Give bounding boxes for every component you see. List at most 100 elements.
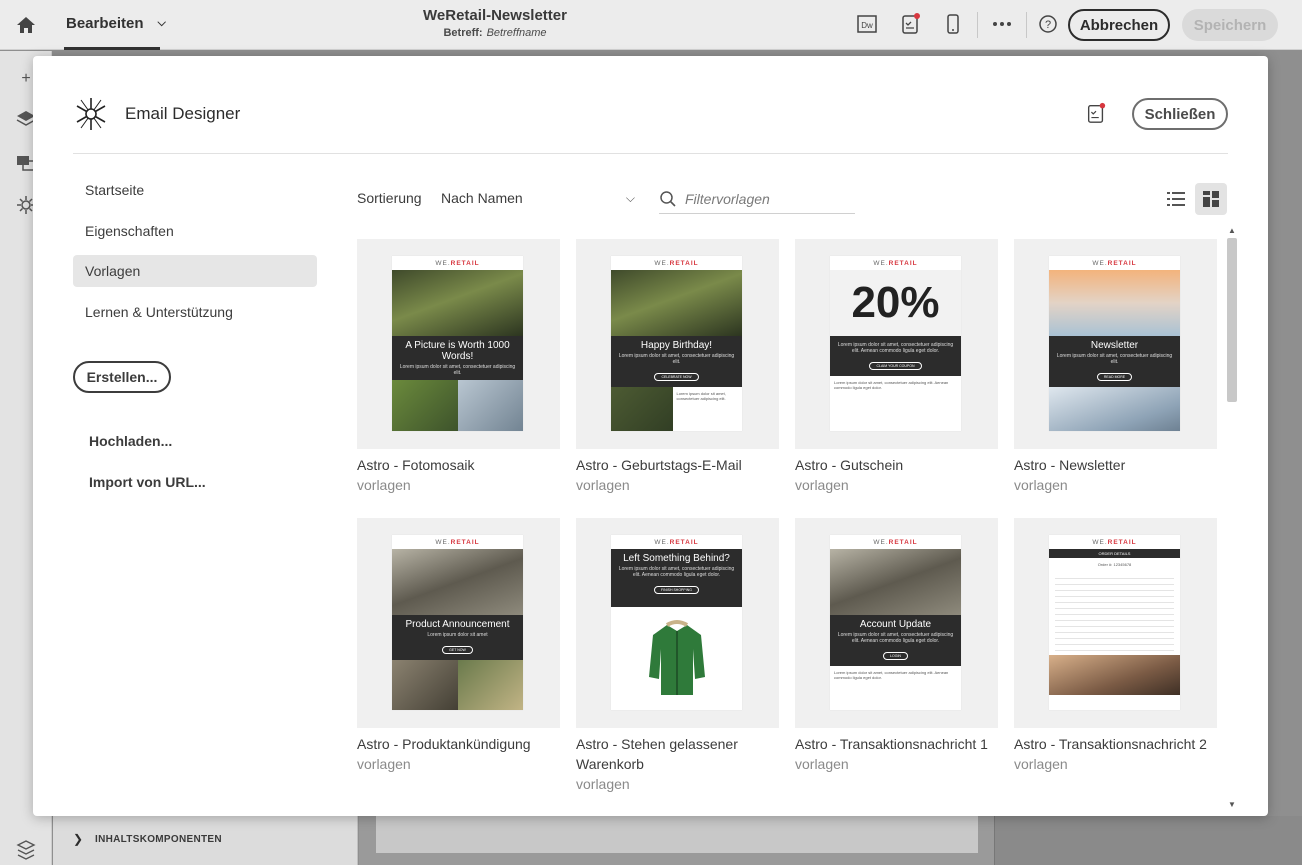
template-type: vorlagen (795, 477, 849, 493)
sort-select[interactable]: Nach Namen ⌵ (441, 182, 639, 214)
template-card[interactable]: WE. RETAIL A Picture is Worth 1000 Words!… (357, 239, 560, 495)
template-thumbnail[interactable]: WE. RETAIL Left Something Behind? Lorem i… (576, 518, 779, 728)
template-name: Astro - Transaktionsnachricht 1 (795, 736, 988, 752)
headline: Product Announcement (405, 619, 510, 630)
brand-logo: WE. RETAIL (654, 259, 699, 267)
subject-value: Betreffname (486, 27, 547, 39)
template-type: vorlagen (576, 477, 630, 493)
mobile-icon[interactable] (941, 12, 965, 36)
nav-item-learn-support[interactable]: Lernen & Unterstützung (73, 296, 317, 328)
structure-icon[interactable] (14, 838, 38, 862)
template-card[interactable]: WE. RETAIL ORDER DETAILS Order #: 1234567… (1014, 518, 1217, 774)
photo-grid: Lorem ipsum dolor sit amet, consectetuer… (611, 387, 742, 431)
scroll-down-icon[interactable]: ▼ (1228, 800, 1236, 809)
headline: 20% (830, 270, 961, 336)
hero-image (1049, 270, 1180, 336)
save-button[interactable]: Speichern (1182, 9, 1278, 41)
photo-grid (392, 380, 523, 431)
template-type: vorlagen (357, 477, 411, 493)
content-components-panel[interactable]: ❯ INHALTSKOMPONENTEN (53, 816, 358, 865)
import-url-link[interactable]: Import von URL... (89, 474, 206, 490)
template-card[interactable]: WE. RETAIL 20% Lorem ipsum dolor sit amet… (795, 239, 998, 495)
grid-view-icon (1203, 191, 1219, 207)
list-view-icon[interactable] (1160, 183, 1192, 215)
template-thumbnail[interactable]: WE. RETAIL Product Announcement Lorem ips… (357, 518, 560, 728)
modal-title: Email Designer (125, 104, 241, 123)
cancel-button[interactable]: Abbrechen (1068, 9, 1170, 41)
body-text: Lorem ipsum dolor sit amet, consectetuer… (837, 342, 954, 354)
filter-field[interactable] (659, 184, 855, 214)
create-button[interactable]: Erstellen... (73, 361, 171, 393)
order-table (1055, 573, 1174, 653)
template-thumbnail[interactable]: WE. RETAIL Happy Birthday! Lorem ipsum do… (576, 239, 779, 449)
email-preview: WE. RETAIL Happy Birthday! Lorem ipsum do… (611, 256, 742, 431)
email-preview: WE. RETAIL Left Something Behind? Lorem i… (611, 535, 742, 710)
nav-item-home[interactable]: Startseite (73, 174, 317, 206)
headline-band: Newsletter Lorem ipsum dolor sit amet, c… (1049, 336, 1180, 387)
headline-band: Lorem ipsum dolor sit amet, consectetuer… (830, 336, 961, 376)
checklist-icon[interactable] (898, 12, 922, 36)
scrollbar-thumb[interactable] (1227, 238, 1237, 402)
template-type: vorlagen (1014, 756, 1068, 772)
app-header: Bearbeiten ⌵ WeRetail-Newsletter Betreff… (0, 0, 1302, 50)
photo-grid (392, 660, 523, 710)
headline-band: Left Something Behind? Lorem ipsum dolor… (611, 549, 742, 607)
template-thumbnail[interactable]: WE. RETAIL 20% Lorem ipsum dolor sit amet… (795, 239, 998, 449)
template-thumbnail[interactable]: WE. RETAIL A Picture is Worth 1000 Words!… (357, 239, 560, 449)
chevron-down-icon: ⌵ (625, 190, 635, 205)
modal-nav: Startseite Eigenschaften Vorlagen Lernen… (73, 174, 317, 336)
hero-image (830, 549, 961, 615)
email-preview: WE. RETAIL Newsletter Lorem ipsum dolor s… (1049, 256, 1180, 431)
email-preview: WE. RETAIL Product Announcement Lorem ips… (392, 535, 523, 710)
template-thumbnail[interactable]: WE. RETAIL Newsletter Lorem ipsum dolor s… (1014, 239, 1217, 449)
upload-link[interactable]: Hochladen... (89, 433, 172, 449)
grid-view-button[interactable] (1195, 183, 1227, 215)
template-card[interactable]: WE. RETAIL Account Update Lorem ipsum dol… (795, 518, 998, 774)
hero-image (392, 549, 523, 615)
template-name: Astro - Transaktionsnachricht 2 (1014, 736, 1207, 752)
nav-item-templates[interactable]: Vorlagen (73, 255, 317, 287)
template-type: vorlagen (357, 756, 411, 772)
toolbar-divider (977, 12, 978, 38)
hero-image (611, 270, 742, 336)
hero-image (392, 270, 523, 336)
template-card[interactable]: WE. RETAIL Happy Birthday! Lorem ipsum do… (576, 239, 779, 495)
help-icon[interactable]: ? (1036, 12, 1060, 36)
body-text: Lorem ipsum dolor sit amet, consectetuer… (1056, 353, 1173, 365)
brand-logo: WE. RETAIL (873, 538, 918, 546)
hero-image (1049, 655, 1180, 695)
hero-image (1049, 387, 1180, 431)
dw-icon[interactable]: Dw (855, 12, 879, 36)
template-card[interactable]: WE. RETAIL Product Announcement Lorem ips… (357, 518, 560, 774)
template-thumbnail[interactable]: WE. RETAIL Account Update Lorem ipsum dol… (795, 518, 998, 728)
more-icon[interactable] (990, 12, 1014, 36)
body-text: Lorem ipsum dolor sit amet, consectetuer… (834, 380, 949, 390)
cta-button: READ MORE (1096, 373, 1133, 381)
sort-value: Nach Namen (441, 190, 523, 206)
cta-button: GET NOW (442, 646, 473, 654)
order-number: Order #: 12345678 (1097, 562, 1132, 567)
chevron-right-icon: ❯ (73, 832, 84, 846)
close-button[interactable]: Schließen (1132, 98, 1228, 130)
template-name: Astro - Newsletter (1014, 457, 1126, 473)
filter-input[interactable] (685, 190, 845, 207)
headline: A Picture is Worth 1000 Words! (405, 340, 510, 362)
editor-canvas-content (376, 816, 978, 853)
svg-text:?: ? (1045, 19, 1051, 31)
nav-item-properties[interactable]: Eigenschaften (73, 215, 317, 247)
cta-button: CLAIM YOUR COUPON (869, 362, 922, 370)
template-type: vorlagen (795, 756, 849, 772)
email-designer-logo (76, 98, 106, 130)
sort-label: Sortierung (357, 190, 422, 206)
checklist-icon[interactable] (1085, 102, 1107, 124)
scroll-up-icon[interactable]: ▲ (1228, 226, 1236, 235)
template-card[interactable]: WE. RETAIL Newsletter Lorem ipsum dolor s… (1014, 239, 1217, 495)
body-text: Lorem ipsum dolor sit amet, consectetuer… (618, 566, 735, 578)
headline: Happy Birthday! (640, 340, 713, 351)
panel-label: INHALTSKOMPONENTEN (95, 834, 222, 845)
svg-text:Dw: Dw (861, 21, 873, 30)
template-card[interactable]: WE. RETAIL Left Something Behind? Lorem i… (576, 518, 779, 794)
template-name: Astro - Gutschein (795, 457, 904, 473)
email-preview: WE. RETAIL A Picture is Worth 1000 Words!… (392, 256, 523, 431)
template-thumbnail[interactable]: WE. RETAIL ORDER DETAILS Order #: 1234567… (1014, 518, 1217, 728)
